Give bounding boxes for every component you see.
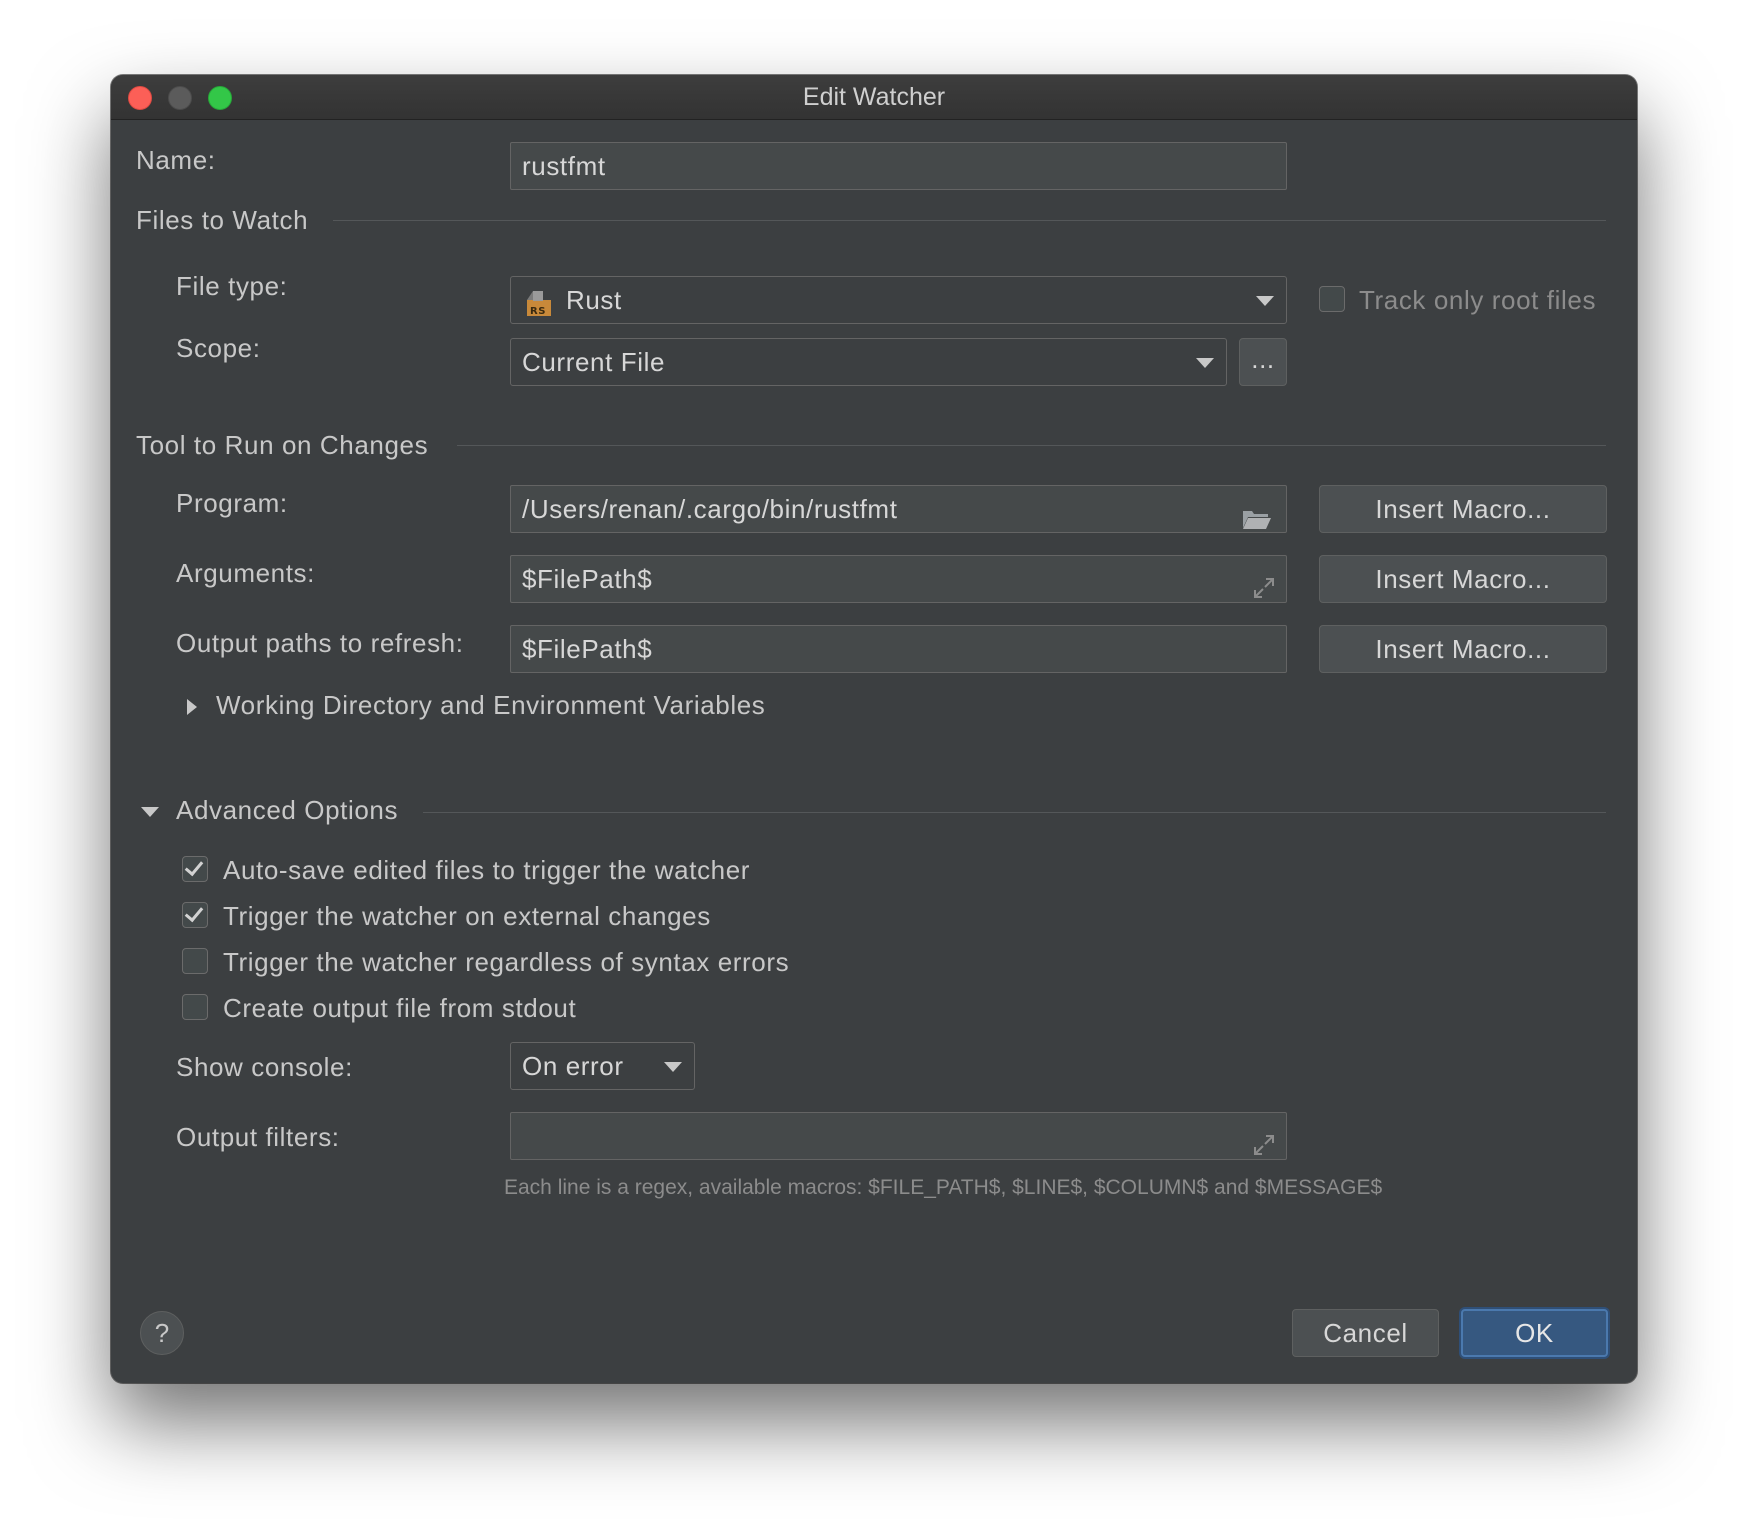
output-filters-label: Output filters: — [176, 1122, 340, 1152]
track-root-files-label: Track only root files — [1359, 285, 1597, 315]
external-changes-label: Trigger the watcher on external changes — [223, 901, 711, 931]
program-insert-macro-button[interactable]: Insert Macro... — [1319, 485, 1607, 533]
chevron-down-icon — [1196, 358, 1214, 368]
auto-save-checkbox[interactable] — [182, 856, 208, 882]
working-directory-toggle[interactable]: Working Directory and Environment Variab… — [216, 690, 765, 721]
chevron-down-icon — [664, 1062, 682, 1072]
arguments-label: Arguments: — [176, 558, 315, 588]
cancel-button[interactable]: Cancel — [1292, 1309, 1439, 1357]
output-paths-input[interactable]: $FilePath$ — [510, 625, 1287, 673]
output-filters-hint: Each line is a regex, available macros: … — [504, 1176, 1383, 1199]
chevron-down-icon[interactable] — [141, 807, 159, 817]
checkmark-icon — [184, 856, 204, 877]
chevron-down-icon — [1256, 296, 1274, 306]
folder-icon[interactable] — [1242, 498, 1272, 529]
file-type-value: Rust — [566, 285, 622, 315]
files-to-watch-separator — [333, 220, 1606, 221]
scope-select[interactable]: Current File — [510, 338, 1227, 386]
file-type-select[interactable]: RS Rust — [510, 276, 1287, 324]
svg-text:RS: RS — [530, 306, 546, 317]
show-console-select[interactable]: On error — [510, 1042, 695, 1090]
auto-save-label: Auto-save edited files to trigger the wa… — [223, 855, 751, 885]
advanced-options-separator — [423, 812, 1606, 813]
rust-file-icon: RS — [525, 286, 553, 317]
tool-heading: Tool to Run on Changes — [136, 430, 429, 460]
ok-button[interactable]: OK — [1461, 1309, 1608, 1357]
advanced-options-heading[interactable]: Advanced Options — [176, 795, 398, 826]
chevron-right-icon[interactable] — [187, 699, 197, 715]
window-title: Edit Watcher — [802, 83, 946, 111]
expand-icon[interactable] — [1252, 1125, 1276, 1155]
scope-label: Scope: — [176, 333, 261, 363]
expand-icon[interactable] — [1252, 568, 1276, 598]
file-type-label: File type: — [176, 271, 288, 301]
show-console-value: On error — [522, 1051, 624, 1081]
checkmark-icon — [184, 902, 204, 923]
arguments-value: $FilePath$ — [522, 564, 653, 594]
arguments-input[interactable]: $FilePath$ — [510, 555, 1287, 603]
show-console-label: Show console: — [176, 1052, 353, 1082]
scope-more-button[interactable]: ... — [1239, 338, 1287, 386]
help-button[interactable]: ? — [140, 1311, 184, 1355]
program-input[interactable]: /Users/renan/.cargo/bin/rustfmt — [510, 485, 1287, 533]
scope-value: Current File — [522, 347, 666, 377]
external-changes-checkbox[interactable] — [182, 902, 208, 928]
output-filters-input[interactable] — [510, 1112, 1287, 1160]
stdout-output-label: Create output file from stdout — [223, 993, 577, 1023]
edit-watcher-dialog: Edit Watcher Name: rustfmt Files to Watc… — [111, 75, 1637, 1383]
track-root-files-checkbox[interactable] — [1319, 286, 1345, 312]
files-to-watch-heading: Files to Watch — [136, 205, 309, 235]
output-paths-insert-macro-button[interactable]: Insert Macro... — [1319, 625, 1607, 673]
name-input[interactable]: rustfmt — [510, 142, 1287, 190]
name-label: Name: — [136, 145, 216, 175]
syntax-errors-checkbox[interactable] — [182, 948, 208, 974]
tool-separator — [457, 445, 1606, 446]
output-paths-label: Output paths to refresh: — [176, 628, 464, 658]
syntax-errors-label: Trigger the watcher regardless of syntax… — [223, 947, 790, 977]
program-value: /Users/renan/.cargo/bin/rustfmt — [522, 494, 898, 524]
arguments-insert-macro-button[interactable]: Insert Macro... — [1319, 555, 1607, 603]
stdout-output-checkbox[interactable] — [182, 994, 208, 1020]
title-bar: Edit Watcher — [111, 75, 1637, 120]
program-label: Program: — [176, 488, 288, 518]
